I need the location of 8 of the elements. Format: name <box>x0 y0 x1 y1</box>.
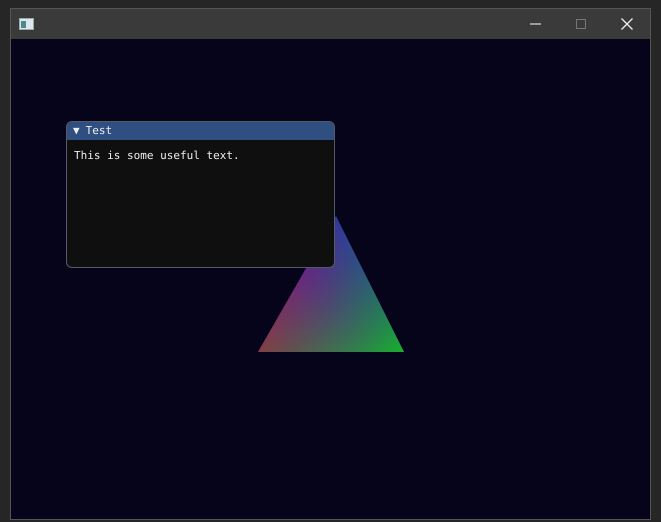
close-icon <box>621 18 633 30</box>
app-icon <box>19 18 34 30</box>
maximize-icon <box>576 19 586 29</box>
panel-header[interactable]: ▼ Test <box>67 122 334 140</box>
panel-title: Test <box>86 122 112 139</box>
collapse-toggle[interactable]: ▼ <box>73 122 80 140</box>
minimize-icon <box>530 23 540 25</box>
body-text: This is some useful text. <box>74 148 241 164</box>
